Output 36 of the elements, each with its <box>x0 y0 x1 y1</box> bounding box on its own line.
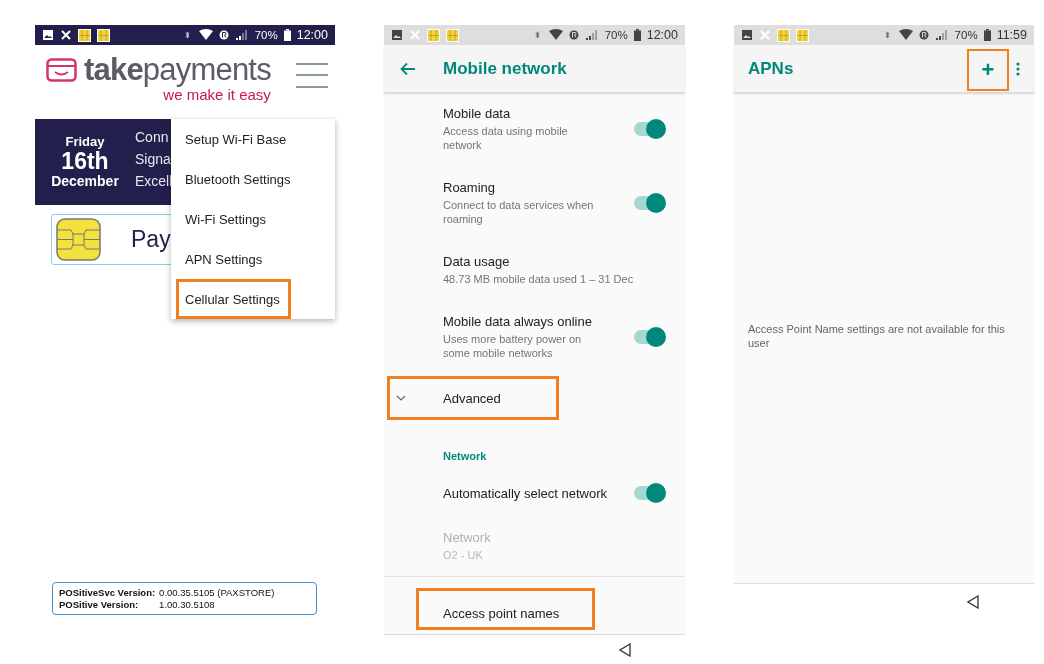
version-label: POSitiveSvc Version: <box>59 587 156 598</box>
clock-time: 11:59 <box>996 28 1027 42</box>
version-label: POSitive Version: <box>59 599 140 610</box>
status-line-text: Excell <box>135 173 173 189</box>
weekday-text: Friday <box>65 134 105 149</box>
battery-percent: 70% <box>954 29 978 41</box>
unavailable-message: Access Point Name settings are not available for this user <box>748 322 1006 350</box>
status-line-text: Signa <box>135 151 172 167</box>
clock-time: 12:00 <box>646 28 678 42</box>
screen-title: APNs <box>748 58 794 79</box>
setting-summary: O2 - UK <box>443 548 484 562</box>
setting-summary: Uses more battery power on some mobile networks <box>443 332 583 360</box>
battery-percent: 70% <box>254 29 278 41</box>
setting-summary: Connect to data services when roaming <box>443 198 595 226</box>
setting-title: Mobile data <box>443 106 512 121</box>
brand-logo-text: takepayments <box>84 52 271 88</box>
version-value: 1.00.30.5108 <box>159 599 216 610</box>
month-text: December <box>51 174 119 190</box>
day-number-text: 16th <box>61 148 109 175</box>
setting-title: Roaming <box>443 180 497 195</box>
setting-title: Access point names <box>443 606 560 621</box>
setting-title: Network <box>443 530 492 545</box>
setting-title: Automatically select network <box>443 485 608 501</box>
setting-title: Mobile data always online <box>443 314 593 329</box>
setting-title: Data usage <box>443 254 511 269</box>
battery-percent: 70% <box>604 29 628 41</box>
version-value: 0.00.35.5105 (PAXSTORE) <box>159 587 276 598</box>
clock-time: 12:00 <box>296 28 328 42</box>
category-header: Network <box>443 450 487 462</box>
status-line-text: Conn <box>135 129 170 145</box>
screen-title: Mobile network <box>443 58 567 79</box>
brand-tagline: we make it easy <box>163 86 271 103</box>
pay-label: Pay <box>131 226 171 253</box>
setting-title: Advanced <box>443 390 501 406</box>
setting-summary: Access data using mobile network <box>443 124 569 152</box>
setting-summary: 48.73 MB mobile data used 1 – 31 Dec <box>443 272 635 286</box>
